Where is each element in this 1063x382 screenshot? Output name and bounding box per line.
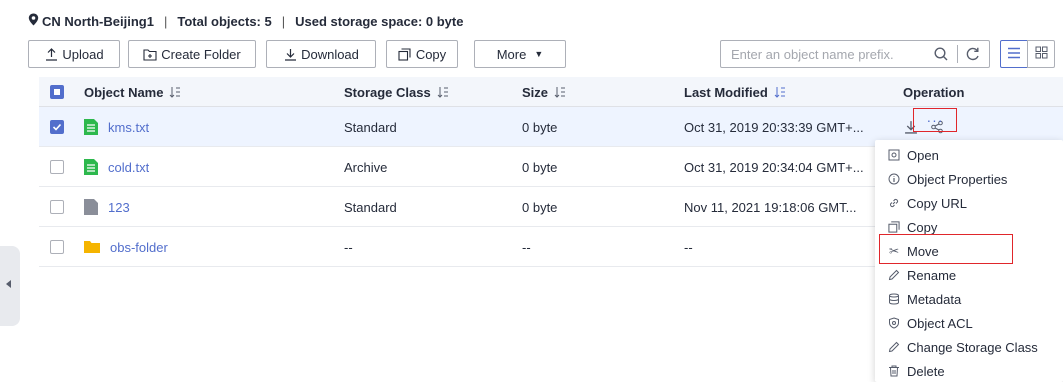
create-folder-button[interactable]: Create Folder xyxy=(128,40,256,68)
text-file-icon xyxy=(84,119,98,135)
separator: | xyxy=(281,13,286,29)
create-folder-icon xyxy=(143,47,157,61)
list-view-button[interactable] xyxy=(1000,40,1028,68)
size-cell: -- xyxy=(522,239,531,255)
object-name-link[interactable]: 123 xyxy=(84,187,130,227)
used-storage-label: Used storage space: 0 byte xyxy=(295,13,464,29)
more-label: More xyxy=(496,46,527,62)
storage-class-cell: Archive xyxy=(344,159,388,175)
link-icon xyxy=(887,196,901,210)
object-name-link[interactable]: kms.txt xyxy=(84,107,149,147)
pencil-icon xyxy=(887,340,901,354)
search-divider xyxy=(957,45,958,63)
menu-item-object-acl[interactable]: Object ACL xyxy=(875,311,1063,335)
last-modified-cell: Oct 31, 2019 20:34:04 GMT+... xyxy=(684,159,864,175)
more-operations-button[interactable]: ··· xyxy=(913,108,957,132)
upload-icon xyxy=(44,47,58,61)
menu-item-copy-url[interactable]: Copy URL xyxy=(875,191,1063,215)
last-modified-cell: Nov 11, 2021 19:18:06 GMT... xyxy=(684,199,857,215)
caret-down-icon: ▼ xyxy=(534,49,544,59)
move-highlight-box xyxy=(879,234,1013,264)
object-search-box xyxy=(720,40,990,68)
upload-button[interactable]: Upload xyxy=(28,40,120,68)
chevron-left-icon xyxy=(6,280,11,288)
open-icon xyxy=(887,148,901,162)
list-view-icon xyxy=(1007,47,1021,62)
row-checkbox[interactable] xyxy=(50,160,64,174)
object-name-link[interactable]: obs-folder xyxy=(84,227,168,267)
storage-class-cell: Standard xyxy=(344,119,397,135)
pencil-icon xyxy=(887,268,901,282)
column-header-last-modified[interactable]: Last Modified xyxy=(684,77,786,107)
download-button[interactable]: Download xyxy=(266,40,376,68)
more-dropdown-button[interactable]: More ▼ xyxy=(474,40,566,68)
location-pin-icon xyxy=(28,13,40,29)
file-icon xyxy=(84,199,98,215)
menu-item-open[interactable]: Open xyxy=(875,143,1063,167)
text-file-icon xyxy=(84,159,98,175)
select-all-checkbox[interactable] xyxy=(50,85,64,99)
row-checkbox[interactable] xyxy=(50,200,64,214)
menu-item-change-storage-class[interactable]: Change Storage Class xyxy=(875,335,1063,359)
grid-view-icon xyxy=(1035,46,1048,62)
download-label: Download xyxy=(301,46,359,62)
column-header-size[interactable]: Size xyxy=(522,77,566,107)
sort-icon[interactable] xyxy=(169,86,181,98)
column-header-operation: Operation xyxy=(903,84,965,100)
folder-icon xyxy=(84,240,100,254)
size-cell: 0 byte xyxy=(522,199,558,215)
size-cell: 0 byte xyxy=(522,119,558,135)
trash-icon xyxy=(887,364,901,378)
object-name-search-input[interactable] xyxy=(721,41,931,67)
toolbar: Upload Create Folder Download Copy More … xyxy=(28,40,1058,68)
object-name-link[interactable]: cold.txt xyxy=(84,147,149,187)
storage-class-cell: Standard xyxy=(344,199,397,215)
size-cell: 0 byte xyxy=(522,159,558,175)
menu-item-delete[interactable]: Delete xyxy=(875,359,1063,382)
copy-label: Copy xyxy=(415,46,447,62)
column-header-object-name[interactable]: Object Name xyxy=(84,77,181,107)
create-folder-label: Create Folder xyxy=(161,46,241,62)
last-modified-cell: -- xyxy=(684,239,693,255)
row-checkbox[interactable] xyxy=(50,240,64,254)
sort-icon[interactable] xyxy=(774,86,786,98)
grid-view-button[interactable] xyxy=(1027,40,1055,68)
info-icon xyxy=(887,172,901,186)
search-icon[interactable] xyxy=(933,46,949,62)
copy-icon xyxy=(398,47,412,61)
sort-icon[interactable] xyxy=(437,86,449,98)
storage-class-cell: -- xyxy=(344,239,353,255)
last-modified-cell: Oct 31, 2019 20:33:39 GMT+... xyxy=(684,119,864,135)
copy-button[interactable]: Copy xyxy=(386,40,458,68)
menu-item-metadata[interactable]: Metadata xyxy=(875,287,1063,311)
sidebar-collapse-tab[interactable] xyxy=(0,246,20,326)
shield-icon xyxy=(887,316,901,330)
copy-icon xyxy=(887,220,901,234)
table-header: Object Name Storage Class Size Last Modi… xyxy=(39,77,1063,107)
total-objects-label: Total objects: 5 xyxy=(177,13,272,29)
sort-icon[interactable] xyxy=(554,86,566,98)
region-label: CN North-Beijing1 xyxy=(42,13,154,29)
database-icon xyxy=(887,292,901,306)
bucket-info-bar: CN North-Beijing1 | Total objects: 5 | U… xyxy=(28,10,463,32)
row-checkbox[interactable] xyxy=(50,120,64,134)
menu-item-rename[interactable]: Rename xyxy=(875,263,1063,287)
upload-label: Upload xyxy=(62,46,104,62)
menu-item-object-properties[interactable]: Object Properties xyxy=(875,167,1063,191)
refresh-icon[interactable] xyxy=(965,46,981,62)
download-icon xyxy=(283,47,297,61)
column-header-storage-class[interactable]: Storage Class xyxy=(344,77,449,107)
separator: | xyxy=(163,13,168,29)
